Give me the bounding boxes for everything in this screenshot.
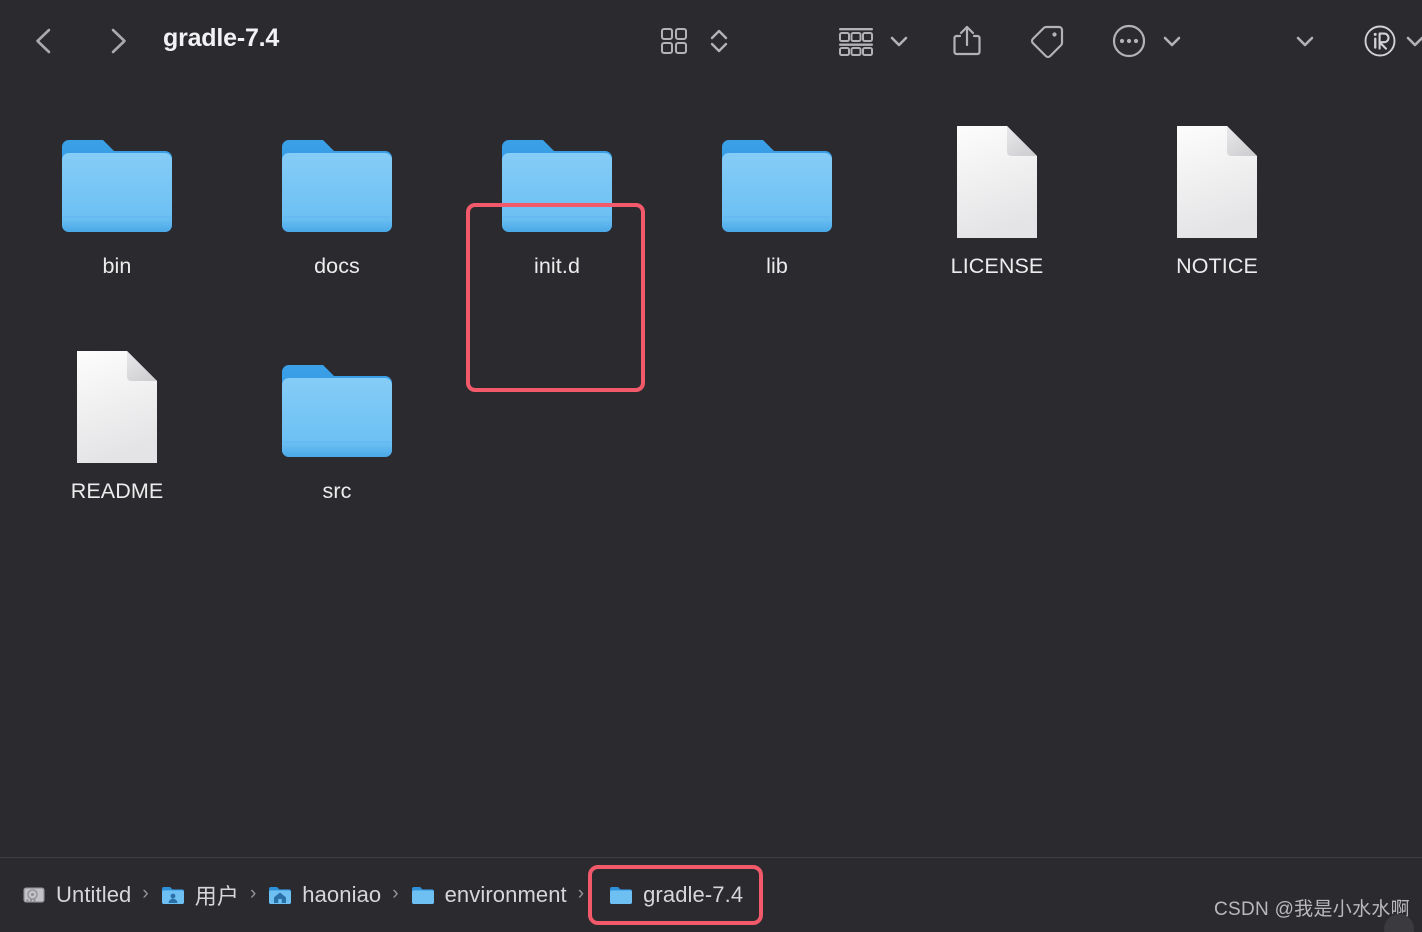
group-view-icon[interactable] (836, 18, 876, 64)
file-item-label: src (322, 479, 352, 503)
folder-icon (610, 887, 633, 904)
forward-chevron-icon[interactable] (96, 20, 138, 62)
watermark-text: CSDN @我是小水水啊 (1213, 899, 1410, 920)
file-item-lib[interactable]: lib (667, 107, 887, 307)
file-item-label: docs (314, 254, 360, 278)
breadcrumb-label: Untitled (56, 882, 132, 907)
folder-icon (278, 332, 396, 468)
hard-drive-icon (23, 887, 45, 903)
folder-icon (278, 107, 396, 243)
document-icon (949, 107, 1045, 243)
breadcrumb-label: gradle-7.4 (643, 882, 744, 907)
file-icon-grid: bin docs init.d lib LICENSE NOTICE READM… (0, 82, 1422, 858)
folder-icon (718, 107, 836, 243)
file-item-notice[interactable]: NOTICE (1107, 107, 1327, 307)
file-item-readme[interactable]: README (7, 332, 227, 532)
logo-chevron-icon[interactable] (1404, 18, 1422, 64)
file-item-initd[interactable]: init.d (447, 107, 667, 307)
folder-icon (498, 107, 616, 243)
file-item-label: NOTICE (1176, 254, 1258, 278)
file-item-docs[interactable]: docs (227, 107, 447, 307)
document-icon (69, 332, 165, 468)
breadcrumb-label: 用户 (194, 884, 239, 909)
toolbar: gradle-7.4 (0, 0, 1422, 82)
breadcrumb-item-untitled[interactable]: Untitled (14, 871, 138, 919)
breadcrumb-item-haoniao[interactable]: haoniao (260, 871, 388, 919)
breadcrumb-separator: › (249, 883, 257, 904)
breadcrumb-item-gradle[interactable]: gradle-7.4 (588, 865, 764, 925)
file-item-src[interactable]: src (227, 332, 447, 532)
breadcrumb-item-users[interactable]: 用户 (153, 871, 246, 919)
file-item-label: LICENSE (950, 254, 1044, 278)
file-item-label: init.d (533, 254, 580, 278)
home-folder-icon (269, 887, 292, 904)
breadcrumb-separator: › (577, 883, 585, 904)
group-chevron-icon[interactable] (886, 18, 912, 64)
file-item-label: README (70, 479, 164, 503)
back-chevron-icon[interactable] (24, 20, 66, 62)
ir-logo-icon[interactable] (1362, 18, 1398, 64)
folder-icon (411, 887, 434, 904)
sort-chevrons-icon[interactable] (706, 18, 732, 64)
breadcrumb-label: environment (444, 882, 567, 907)
page-title: gradle-7.4 (163, 24, 280, 52)
breadcrumb-label: haoniao (302, 882, 382, 907)
share-icon[interactable] (950, 18, 984, 64)
extra-chevron-icon[interactable] (1292, 18, 1318, 64)
folder-icon (58, 107, 176, 243)
icon-view-icon[interactable] (657, 18, 691, 64)
file-item-bin[interactable]: bin (7, 107, 227, 307)
file-item-license[interactable]: LICENSE (887, 107, 1107, 307)
more-chevron-icon[interactable] (1159, 18, 1185, 64)
tag-icon[interactable] (1028, 18, 1066, 64)
more-actions-icon[interactable] (1110, 18, 1148, 64)
path-bar: Untitled › 用户 › haoniao › environment › … (0, 858, 1422, 932)
breadcrumb-item-environment[interactable]: environment (403, 871, 574, 919)
breadcrumb-separator: › (142, 883, 149, 904)
users-folder-icon (161, 887, 184, 904)
breadcrumb-separator: › (392, 883, 399, 904)
breadcrumb: Untitled › 用户 › haoniao › environment › … (14, 858, 764, 932)
file-item-label: lib (766, 254, 788, 278)
document-icon (1169, 107, 1265, 243)
file-item-label: bin (102, 254, 132, 278)
finder-window: gradle-7.4 bin docs init.d lib LICENSE N… (0, 0, 1422, 932)
